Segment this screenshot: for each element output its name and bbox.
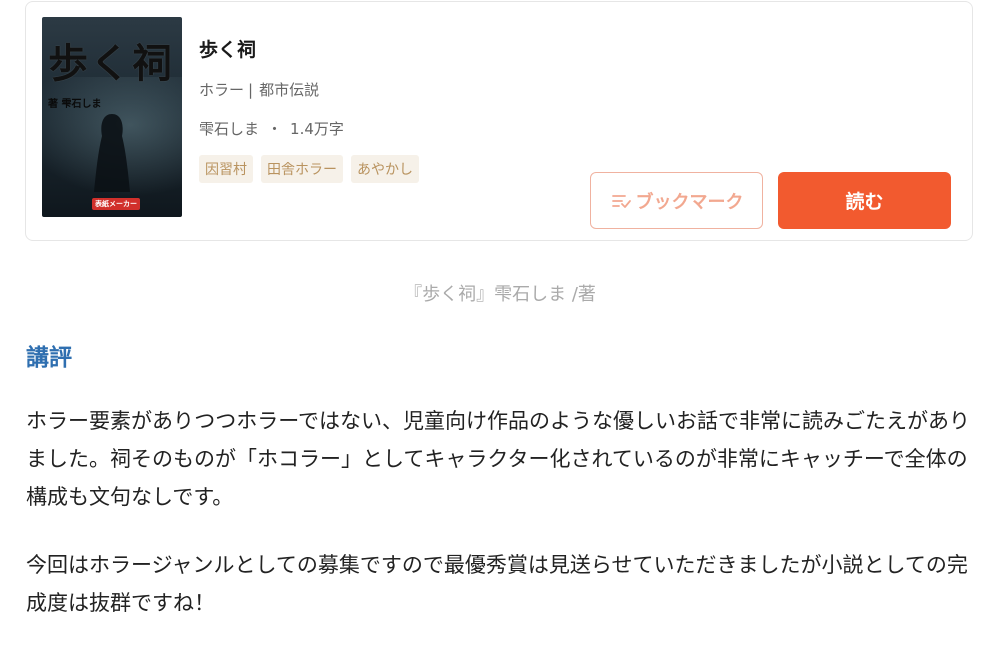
cover-title: 歩く祠 <box>48 41 174 87</box>
read-label: 読む <box>845 191 884 213</box>
word-count: 1.4万字 <box>290 120 344 138</box>
bookmark-button[interactable]: ブックマーク <box>590 172 763 229</box>
cover-badge: 表紙メーカー <box>92 198 140 210</box>
review-heading: 講評 <box>26 345 72 371</box>
bookmark-list-icon <box>611 194 631 208</box>
separator-dot: ・ <box>267 120 283 138</box>
genre-row: ホラー | 都市伝説 <box>199 79 319 100</box>
review-paragraph: 今回はホラージャンルとしての募集ですので最優秀賞は見送らせていただきましたが小説… <box>26 553 968 615</box>
genre-link[interactable]: ホラー <box>199 81 244 99</box>
book-title[interactable]: 歩く祠 <box>199 35 256 62</box>
tag-item[interactable]: 因習村 <box>199 155 253 183</box>
author-name[interactable]: 雫石しま <box>199 120 259 138</box>
subgenre-link[interactable]: 都市伝説 <box>259 81 319 99</box>
author-row: 雫石しま・ 1.4万字 <box>199 118 344 139</box>
tag-list: 因習村 田舎ホラー あやかし <box>199 155 419 183</box>
tag-item[interactable]: 田舎ホラー <box>261 155 343 183</box>
tag-item[interactable]: あやかし <box>351 155 419 183</box>
book-card: 歩く祠 著 雫石しま 表紙メーカー 歩く祠 ホラー | 都市伝説 雫石しま・ 1.4万… <box>25 1 973 241</box>
book-caption: 『歩く祠』雫石しま /著 <box>404 284 596 305</box>
genre-separator: | <box>248 81 254 99</box>
book-cover[interactable]: 歩く祠 著 雫石しま 表紙メーカー <box>42 17 182 217</box>
review-paragraph: ホラー要素がありつつホラーではない、児童向け作品のような優しいお話で非常に読みご… <box>26 409 970 509</box>
bookmark-label: ブックマーク <box>635 191 744 213</box>
read-button[interactable]: 読む <box>778 172 951 229</box>
cover-author: 著 雫石しま <box>48 99 102 110</box>
cover-figure-illustration <box>94 114 130 192</box>
